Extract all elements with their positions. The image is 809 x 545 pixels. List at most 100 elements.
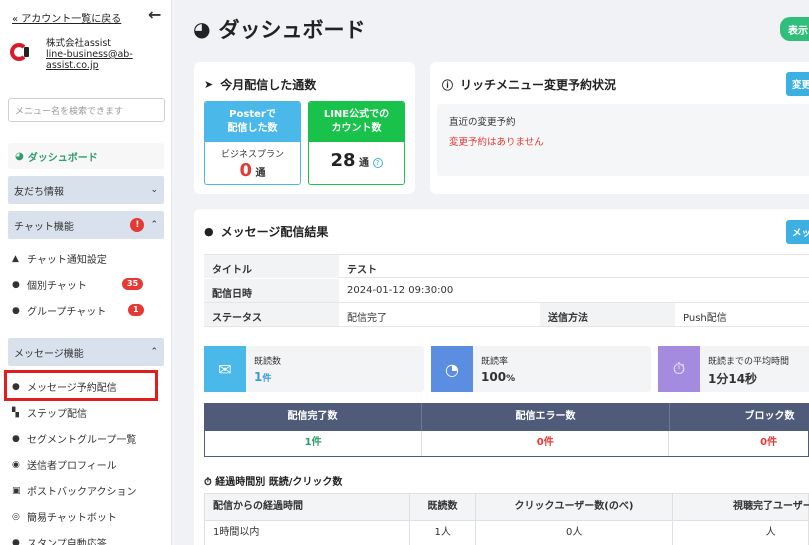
collapse-sidebar-icon[interactable]: ← — [148, 5, 161, 24]
recent-change-label: 直近の変更予約 — [449, 117, 516, 128]
plan-label: ビジネスプラン — [220, 150, 284, 160]
elapsed-cell: 1人 — [410, 521, 477, 545]
result-cell-blocked: 0件 — [760, 437, 778, 448]
sitemap-icon: ▚ — [12, 407, 19, 418]
no-reservation-text: 変更予約はありません — [449, 137, 544, 148]
account-email-cont[interactable]: assist.co.jp — [46, 60, 133, 71]
card-title-text: 今月配信した通数 — [220, 78, 317, 92]
sidebar-group-chat[interactable]: チャット機能 ! ⌃ — [8, 211, 164, 239]
sidebar-item-group-chat[interactable]: ● グループチャット — [12, 303, 106, 319]
display-button[interactable]: 表示 — [780, 17, 809, 41]
elapsed-cell: 0人 — [476, 521, 674, 545]
sidebar-item-segment-groups[interactable]: ● セグメントグループ一覧 — [12, 431, 137, 447]
line-head: LINE公式での — [323, 109, 390, 120]
sidebar-item-chatbot[interactable]: ◎ 簡易チャットボット — [12, 509, 117, 525]
chevron-up-icon: ⌃ — [150, 220, 158, 230]
sidebar-group-friends[interactable]: 友だち情報 ⌄ — [8, 176, 164, 204]
back-to-accounts-link[interactable]: « アカウント一覧に戻る — [12, 10, 121, 25]
kpi-avg-time: ⏱ 既読までの平均時間 1分14秒 — [658, 346, 809, 392]
sidebar-item-label: スタンプ自動応答 — [27, 539, 107, 545]
kpi-unit: % — [506, 374, 516, 384]
line-unit: 通 — [359, 158, 370, 169]
elapsed-table-header: 配信からの経過時間 既読数 クリックユーザー数(のべ) 視聴完了ユーザー数 — [204, 493, 809, 521]
sidebar-group-message[interactable]: メッセージ機能 ⌃ — [8, 338, 164, 366]
sidebar-group-label: メッセージ機能 — [14, 348, 84, 360]
account-name: 株式会社assist — [46, 38, 112, 49]
elapsed-header-cell: 既読数 — [410, 494, 476, 520]
robot-icon: ▣ — [12, 485, 21, 496]
chevron-down-icon: ⌄ — [150, 185, 158, 195]
kpi-label: 既読数 — [254, 357, 282, 367]
page-title: ◕ ダッシュボード — [193, 14, 365, 44]
elapsed-cell: 人 — [765, 527, 776, 538]
monthly-delivery-title: ➤ 今月配信した通数 — [204, 76, 316, 93]
info-circle-icon: ⓘ — [442, 78, 453, 92]
sidebar-item-step-delivery[interactable]: ▚ ステップ配信 — [12, 405, 87, 421]
group-chat-badge: 1 — [128, 304, 144, 316]
sidebar: « アカウント一覧に戻る ← 株式会社assist line-business@… — [0, 0, 172, 545]
poster-value: 0 — [239, 160, 253, 181]
sidebar-item-dashboard[interactable]: ◕ ダッシュボード — [8, 143, 164, 169]
kpi-value: 1分14秒 — [708, 372, 758, 386]
elapsed-title-text: 経過時間別 既読/クリック数 — [215, 477, 343, 488]
elapsed-table-row: 1時間以内 1人 0人 人 — [204, 521, 809, 545]
kpi-label: 既読率 — [481, 357, 509, 367]
info-row-title: タイトル テスト — [204, 254, 809, 278]
info-value: 2024-01-12 09:30:00 — [347, 285, 454, 296]
highlight-box — [4, 370, 158, 401]
sidebar-group-label: 友だち情報 — [14, 186, 64, 198]
help-icon[interactable]: ? — [372, 158, 383, 168]
elapsed-header-cell: 配信からの経過時間 — [205, 494, 411, 520]
gauge-icon: ◕ — [15, 150, 24, 162]
card-title-text: リッチメニュー変更予約状況 — [460, 78, 617, 92]
info-row-status: ステータス 配信完了 送信方法 Push配信 — [204, 303, 809, 327]
menu-search-input[interactable]: メニュー名を検索できます — [8, 98, 165, 122]
result-cell-error: 0件 — [422, 431, 670, 456]
warning-icon: ! — [130, 218, 145, 232]
account-email[interactable]: line-business@ab- — [46, 49, 133, 60]
company-logo — [10, 41, 40, 71]
info-label: 送信方法 — [540, 303, 675, 326]
rich-menu-status-panel: 直近の変更予約 変更予約はありません — [437, 104, 809, 176]
sidebar-item-chat-notify[interactable]: ▲ チャット通知設定 — [12, 251, 107, 267]
sidebar-item-label: ポストバックアクション — [27, 487, 137, 498]
comment-icon: ● — [204, 225, 214, 238]
result-table-header: 配信完了数 配信エラー数 ブロック数 — [204, 403, 809, 431]
sidebar-item-label: 簡易チャットボット — [27, 513, 117, 524]
message-list-button[interactable]: メッ — [786, 220, 809, 244]
sidebar-item-postback-action[interactable]: ▣ ポストバックアクション — [12, 483, 137, 499]
result-header-cell: 配信エラー数 — [422, 403, 670, 431]
elapsed-title: ⏱ 経過時間別 既読/クリック数 — [204, 473, 342, 488]
account-info: 株式会社assist line-business@ab- assist.co.j… — [10, 38, 133, 71]
rich-menu-change-button[interactable]: 変更 — [786, 72, 809, 96]
line-count-box: LINE公式での カウント数 28 通 ? — [308, 101, 405, 185]
elapsed-cell: 1時間以内 — [205, 521, 411, 545]
chevron-up-icon: ⌃ — [150, 347, 158, 357]
line-head-2: カウント数 — [331, 123, 382, 134]
sidebar-group-label: チャット機能 — [14, 221, 74, 233]
kpi-read-count: ✉ 既読数 1件 — [204, 346, 424, 392]
sidebar-item-label: チャット通知設定 — [27, 255, 107, 266]
poster-count-box: Posterで 配信した数 ビジネスプラン 0 通 — [204, 101, 301, 185]
elapsed-header-cell: クリックユーザー数(のべ) — [476, 494, 673, 520]
result-cell-delivered: 1件 — [205, 431, 423, 456]
paper-plane-icon: ➤ — [204, 78, 214, 91]
info-value: 配信完了 — [347, 313, 387, 324]
stopwatch-icon: ⏱ — [204, 477, 212, 488]
info-label: タイトル — [204, 255, 339, 278]
individual-chat-badge: 35 — [122, 278, 144, 290]
sidebar-item-individual-chat[interactable]: ● 個別チャット — [12, 277, 87, 293]
card-title-text: メッセージ配信結果 — [220, 225, 329, 239]
sidebar-item-sender-profile[interactable]: ◉ 送信者プロフィール — [12, 457, 117, 473]
user-plus-icon: ● — [12, 537, 20, 545]
sidebar-item-label: セグメントグループ一覧 — [27, 435, 137, 446]
poster-head-2: 配信した数 — [227, 123, 278, 134]
sidebar-item-label: 個別チャット — [27, 281, 87, 292]
sidebar-item-label: 送信者プロフィール — [27, 461, 117, 472]
sidebar-item-stamp-auto-reply[interactable]: ● スタンプ自動応答 — [12, 535, 107, 545]
gauge-icon: ◕ — [193, 17, 211, 41]
elapsed-header-cell: 視聴完了ユーザー数 — [733, 501, 809, 512]
kpi-read-rate: ◔ 既読率 100% — [431, 346, 651, 392]
message-result-title: ● メッセージ配信結果 — [204, 223, 328, 240]
result-header-cell: ブロック数 — [744, 411, 795, 422]
